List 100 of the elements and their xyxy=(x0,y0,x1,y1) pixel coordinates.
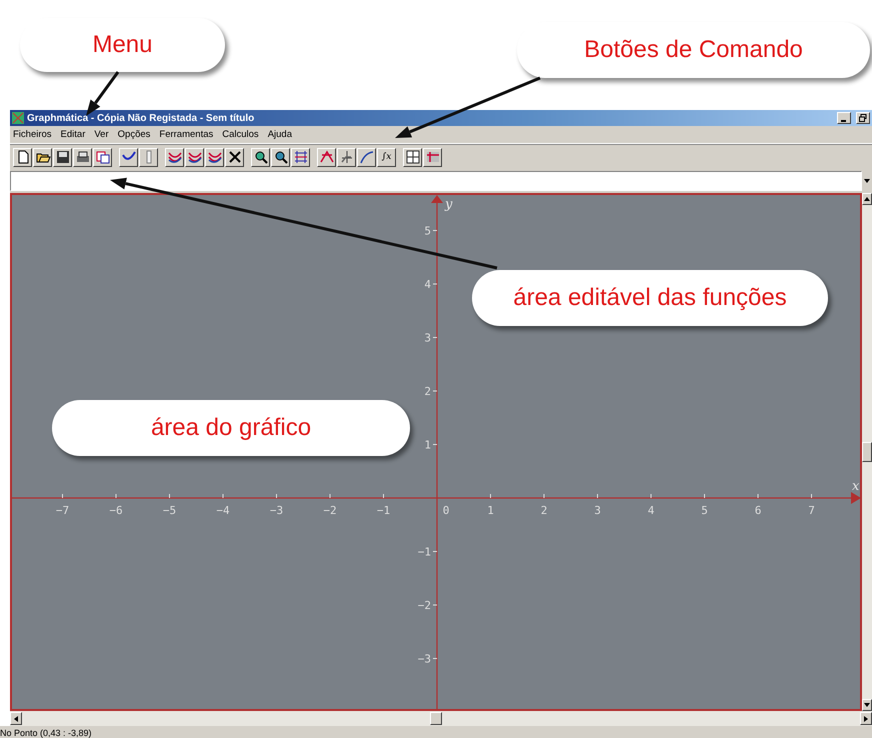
tick-label: −3 xyxy=(418,652,431,666)
toolbar-button[interactable] xyxy=(291,148,310,166)
delete-icon xyxy=(226,149,242,165)
toolbar-button[interactable] xyxy=(53,148,72,166)
toolbar-button[interactable] xyxy=(185,148,204,166)
restore-icon xyxy=(859,114,867,122)
tick-label: 3 xyxy=(424,332,431,344)
tick-mark xyxy=(276,494,277,498)
tick-label: 5 xyxy=(701,504,708,517)
menu-item[interactable]: Calculos xyxy=(222,129,259,140)
toolbar-button[interactable] xyxy=(251,148,270,166)
printer-icon xyxy=(74,149,90,165)
x-axis-label: x xyxy=(852,479,860,494)
toolbar-button[interactable] xyxy=(357,148,376,166)
toolbar-button[interactable] xyxy=(139,148,158,166)
curve-icon xyxy=(358,149,374,165)
scroll-thumb[interactable] xyxy=(862,442,872,462)
y-axis-label: y xyxy=(445,197,452,212)
window-title: Graphmática - Cópia Não Registada - Sem título xyxy=(27,112,256,124)
menu-item[interactable]: Ajuda xyxy=(268,129,292,140)
copy-icon xyxy=(94,149,110,165)
tick-mark xyxy=(62,494,63,498)
down-arrow-icon xyxy=(864,703,870,707)
toolbar-button[interactable] xyxy=(33,148,52,166)
tick-label: 6 xyxy=(754,504,762,517)
menu-item[interactable]: Editar xyxy=(60,129,86,140)
zoom-out-icon xyxy=(272,149,288,165)
toolbar-button[interactable] xyxy=(119,148,138,166)
callout-label: Botões de Comando xyxy=(517,22,870,78)
tick-mark xyxy=(704,494,705,498)
toolbar-button[interactable] xyxy=(423,148,442,166)
toolbar-button[interactable] xyxy=(73,148,92,166)
tick-label: −2 xyxy=(418,599,431,612)
menu-item[interactable]: Opções xyxy=(118,129,150,140)
tick-label: −2 xyxy=(323,504,337,517)
tick-mark xyxy=(432,658,438,659)
callout-label: Menu xyxy=(20,18,225,72)
tick-label: −4 xyxy=(216,504,230,517)
toolbar-button[interactable] xyxy=(205,148,224,166)
tick-label: −5 xyxy=(162,504,176,517)
tick-label: 0 xyxy=(442,504,450,517)
toolbar-button[interactable] xyxy=(165,148,184,166)
scroll-down-button[interactable] xyxy=(862,699,872,711)
horizontal-scrollbar[interactable] xyxy=(10,711,872,726)
menu-item[interactable]: Ver xyxy=(94,129,109,140)
tick-label: −3 xyxy=(270,504,284,517)
zoom-in-icon xyxy=(252,149,268,165)
tick-label: −1 xyxy=(376,504,390,517)
function-input-field[interactable] xyxy=(10,171,862,191)
scroll-left-button[interactable] xyxy=(10,712,22,725)
tick-mark xyxy=(811,494,812,498)
tick-label: 2 xyxy=(540,504,548,517)
toolbar-button[interactable] xyxy=(403,148,422,166)
tick-label: 4 xyxy=(424,278,431,291)
tangent-icon xyxy=(318,149,334,165)
caret-icon xyxy=(864,179,870,183)
tick-label: 3 xyxy=(594,504,601,517)
tick-mark xyxy=(383,494,384,498)
tick-mark xyxy=(432,390,438,392)
tick-mark xyxy=(432,230,438,231)
tick-mark xyxy=(650,494,652,498)
tick-label: 1 xyxy=(487,504,494,517)
toolbar-button[interactable]: ∫x xyxy=(377,148,396,166)
toolbar-button[interactable] xyxy=(337,148,356,166)
toolbar-button[interactable] xyxy=(225,148,244,166)
toolbar-button[interactable] xyxy=(271,148,290,166)
up-arrow-icon xyxy=(864,197,870,201)
tick-label: 7 xyxy=(808,504,815,517)
scroll-thumb[interactable] xyxy=(430,712,442,725)
axes-icon xyxy=(338,149,354,165)
scroll-right-button[interactable] xyxy=(860,712,872,725)
toolbar-button[interactable] xyxy=(93,148,112,166)
menu-item[interactable]: Ferramentas xyxy=(159,129,214,140)
tick-label: 4 xyxy=(648,504,654,517)
tick-mark xyxy=(432,337,438,338)
menu-item[interactable]: Ficheiros xyxy=(13,129,52,140)
tick-mark xyxy=(432,444,438,445)
tick-mark xyxy=(597,494,598,498)
status-text: No Ponto (0,43 : -3,89) xyxy=(0,728,92,738)
table-icon xyxy=(404,149,420,165)
scroll-up-button[interactable] xyxy=(862,193,872,205)
tick-mark xyxy=(432,604,438,606)
toolbar-button[interactable] xyxy=(13,148,32,166)
tick-label: 1 xyxy=(424,438,431,452)
tick-mark xyxy=(222,494,224,498)
vertical-scrollbar[interactable] xyxy=(862,193,872,711)
tick-label: 2 xyxy=(424,385,431,398)
callout-label: área do gráfico xyxy=(52,400,410,456)
minimize-button[interactable] xyxy=(837,112,851,124)
save-icon xyxy=(54,149,70,165)
right-arrow-icon xyxy=(864,716,868,722)
tick-label: 5 xyxy=(424,224,431,238)
toolbar-button[interactable] xyxy=(317,148,336,166)
grid-icon xyxy=(292,149,308,165)
table-icon xyxy=(424,149,440,165)
callout-label: área editável das funções xyxy=(472,270,828,326)
restore-button[interactable] xyxy=(856,112,870,124)
tick-label: −7 xyxy=(56,504,70,517)
tick-mark xyxy=(169,494,170,498)
tick-label: −1 xyxy=(418,546,431,558)
